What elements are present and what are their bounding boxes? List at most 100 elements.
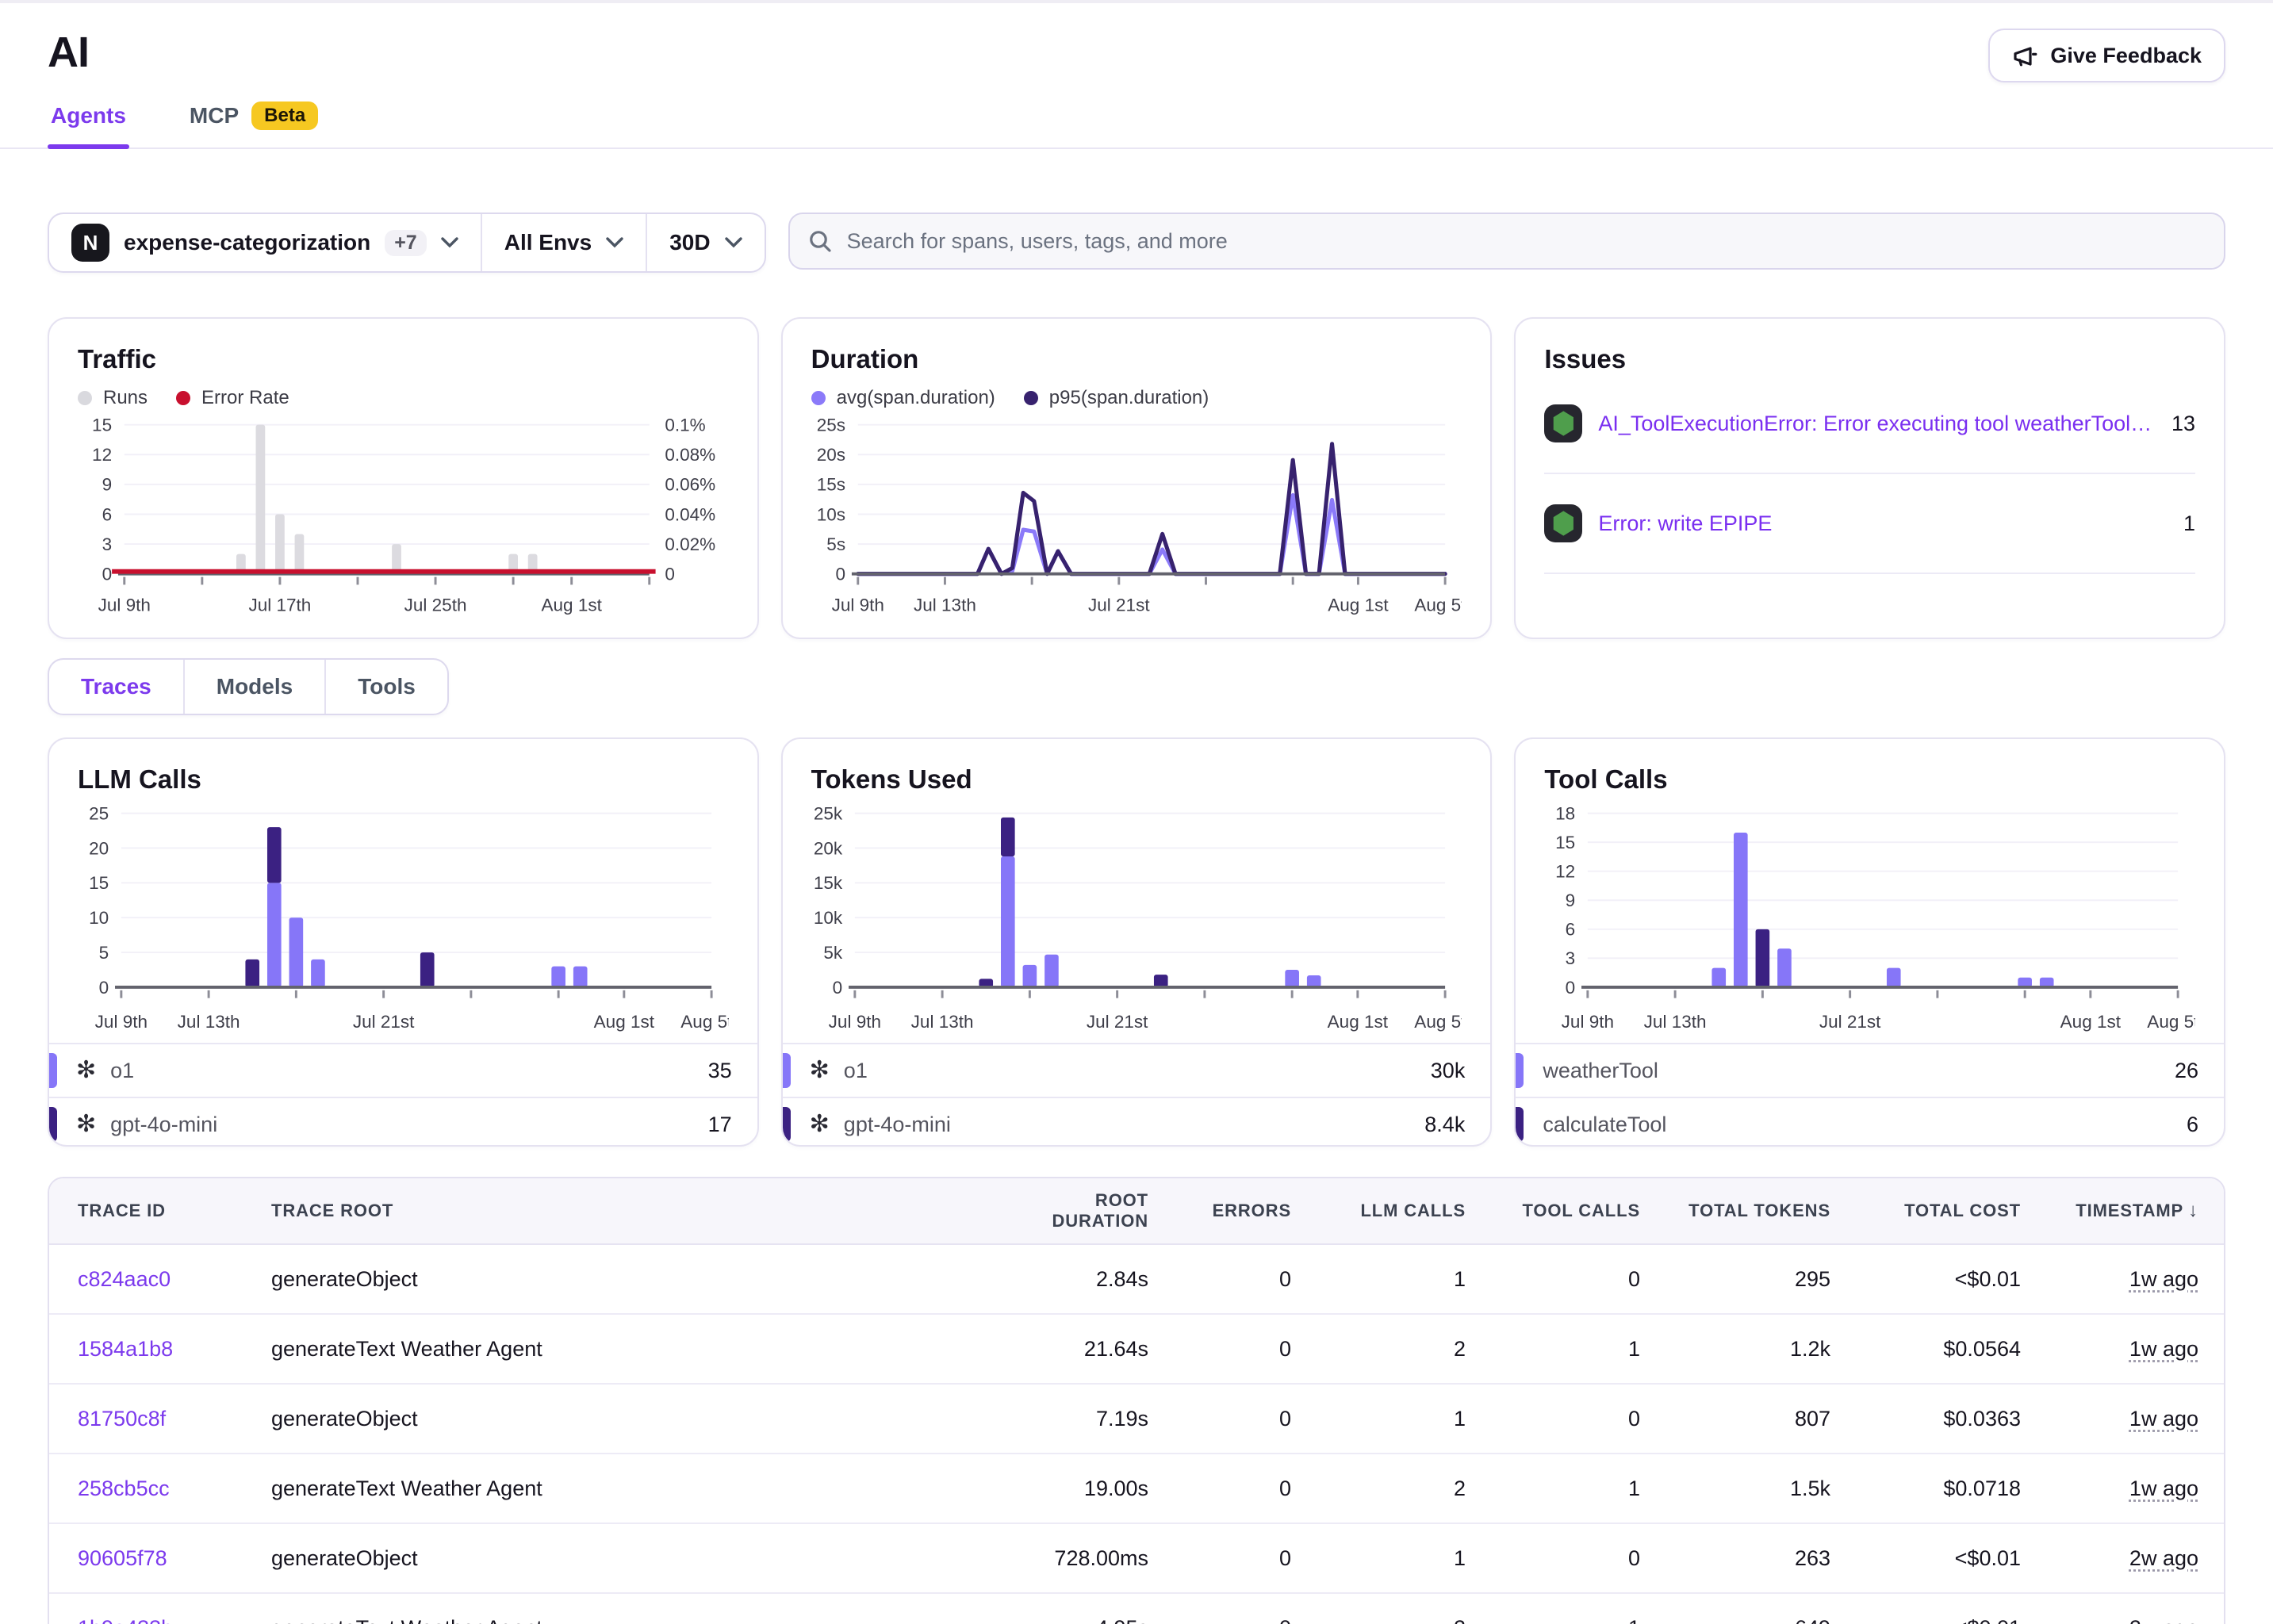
main-tabs: Agents MCP Beta xyxy=(0,98,2273,149)
duration-card: Duration avg(span.duration) p95(span.dur… xyxy=(781,317,1493,639)
tokens-used-legend: ✻o130k✻gpt-4o-mini8.4k xyxy=(783,1043,1491,1147)
chevron-down-icon xyxy=(441,237,458,248)
tokens-used-title: Tokens Used xyxy=(783,739,1491,795)
traffic-chart[interactable]: 150.1%120.08%90.06%60.04%30.02%00Jul 9th… xyxy=(78,412,729,623)
legend-row[interactable]: ✻o135 xyxy=(49,1043,757,1097)
chevron-down-icon xyxy=(725,237,742,248)
cell-tool-calls: 0 xyxy=(1481,1384,1656,1454)
issue-link[interactable]: Error: write EPIPE xyxy=(1598,511,2168,536)
llm-calls-card: LLM Calls 2520151050Jul 9thJul 13thJul 2… xyxy=(48,737,759,1147)
column-header-trace-id[interactable]: TRACE ID xyxy=(49,1178,255,1244)
legend-avg-label: avg(span.duration) xyxy=(837,387,995,409)
table-row: 258cb5ccgenerateText Weather Agent19.00s… xyxy=(49,1454,2224,1523)
page-title: AI xyxy=(48,29,89,76)
duration-title: Duration xyxy=(811,344,1462,374)
llm-calls-chart[interactable]: 2520151050Jul 9thJul 13thJul 21stAug 1st… xyxy=(49,798,757,1043)
series-name: gpt-4o-mini xyxy=(110,1113,217,1137)
tokens-used-chart[interactable]: 25k20k15k10k5k0Jul 9thJul 13thJul 21stAu… xyxy=(783,798,1491,1043)
cell-root-duration: 4.95s xyxy=(990,1593,1164,1624)
svg-text:5: 5 xyxy=(99,943,109,963)
series-color-tick xyxy=(49,1053,57,1088)
avg-duration-dot-icon xyxy=(811,391,826,405)
svg-text:Aug 1st: Aug 1st xyxy=(1327,1012,1388,1032)
legend-row[interactable]: ✻gpt-4o-mini17 xyxy=(49,1097,757,1147)
cell-timestamp: 1w ago xyxy=(2037,1454,2224,1523)
series-total: 17 xyxy=(708,1113,732,1137)
svg-text:Aug 1st: Aug 1st xyxy=(594,1012,655,1032)
trace-id-link[interactable]: c824aac0 xyxy=(78,1267,171,1291)
give-feedback-button[interactable]: Give Feedback xyxy=(1988,29,2225,82)
tab-mcp[interactable]: MCP Beta xyxy=(186,98,321,147)
svg-text:15: 15 xyxy=(1555,833,1575,852)
svg-text:Aug 5th: Aug 5th xyxy=(680,1012,728,1032)
svg-text:25: 25 xyxy=(89,803,109,823)
column-header-total-cost[interactable]: TOTAL COST xyxy=(1846,1178,2037,1244)
timestamp-value[interactable]: 1w ago xyxy=(2129,1267,2198,1291)
time-range-label: 30D xyxy=(669,230,710,255)
column-header-total-tokens[interactable]: TOTAL TOKENS xyxy=(1656,1178,1846,1244)
duration-chart[interactable]: 25s20s15s10s5s0Jul 9thJul 13thJul 21stAu… xyxy=(811,412,1462,623)
svg-text:18: 18 xyxy=(1555,803,1575,823)
trace-id-link[interactable]: 1584a1b8 xyxy=(78,1337,173,1361)
cell-total-cost: $0.0718 xyxy=(1846,1454,2037,1523)
cell-llm-calls: 2 xyxy=(1307,1593,1481,1624)
timestamp-value[interactable]: 1w ago xyxy=(2129,1477,2198,1500)
svg-text:0.02%: 0.02% xyxy=(665,534,715,554)
series-name: calculateTool xyxy=(1543,1113,1666,1137)
cell-total-tokens: 807 xyxy=(1656,1384,1846,1454)
table-header-row: TRACE IDTRACE ROOTROOT DURATIONERRORSLLM… xyxy=(49,1178,2224,1244)
openai-icon: ✻ xyxy=(76,1059,96,1082)
column-header-timestamp[interactable]: TIMESTAMP↓ xyxy=(2037,1178,2224,1244)
timestamp-value[interactable]: 2w ago xyxy=(2129,1616,2198,1624)
legend-avg-duration: avg(span.duration) xyxy=(811,387,995,409)
cell-trace-id: 81750c8f xyxy=(49,1384,255,1454)
trace-id-link[interactable]: 1b9a433b xyxy=(78,1616,173,1624)
column-header-errors[interactable]: ERRORS xyxy=(1164,1178,1307,1244)
search-input[interactable] xyxy=(788,213,2225,270)
env-label: All Envs xyxy=(504,230,592,255)
tab-agents[interactable]: Agents xyxy=(48,98,129,147)
cell-total-cost: $0.0564 xyxy=(1846,1314,2037,1384)
issue-link[interactable]: AI_ToolExecutionError: Error executing t… xyxy=(1598,412,2156,436)
legend-row[interactable]: calculateTool6 xyxy=(1516,1097,2224,1147)
tab-models[interactable]: Models xyxy=(183,660,324,714)
svg-text:0.1%: 0.1% xyxy=(665,416,705,435)
timestamp-value[interactable]: 1w ago xyxy=(2129,1337,2198,1361)
svg-text:Jul 13th: Jul 13th xyxy=(914,596,976,615)
give-feedback-label: Give Feedback xyxy=(2050,44,2202,68)
project-dropdown[interactable]: N expense-categorization +7 xyxy=(49,214,481,271)
timestamp-value[interactable]: 1w ago xyxy=(2129,1407,2198,1431)
svg-text:15s: 15s xyxy=(816,475,845,495)
cell-timestamp: 2w ago xyxy=(2037,1523,2224,1593)
trace-id-link[interactable]: 81750c8f xyxy=(78,1407,166,1431)
cell-trace-id: 90605f78 xyxy=(49,1523,255,1593)
cell-errors: 0 xyxy=(1164,1244,1307,1314)
legend-row[interactable]: weatherTool26 xyxy=(1516,1043,2224,1097)
trace-id-link[interactable]: 258cb5cc xyxy=(78,1477,170,1500)
error-rate-dot-icon xyxy=(176,391,190,405)
svg-text:5s: 5s xyxy=(826,534,845,554)
legend-error-rate: Error Rate xyxy=(176,387,289,409)
traffic-title: Traffic xyxy=(78,344,729,374)
svg-text:Jul 21st: Jul 21st xyxy=(1088,596,1150,615)
tab-tools[interactable]: Tools xyxy=(324,660,447,714)
trace-view-tabs: Traces Models Tools xyxy=(48,658,449,715)
svg-text:0: 0 xyxy=(99,978,109,998)
legend-row[interactable]: ✻o130k xyxy=(783,1043,1491,1097)
time-range-dropdown[interactable]: 30D xyxy=(646,214,764,271)
cell-total-tokens: 263 xyxy=(1656,1523,1846,1593)
trace-id-link[interactable]: 90605f78 xyxy=(78,1546,167,1570)
column-header-trace-root[interactable]: TRACE ROOT xyxy=(255,1178,990,1244)
cell-total-cost: <$0.01 xyxy=(1846,1593,2037,1624)
column-header-tool-calls[interactable]: TOOL CALLS xyxy=(1481,1178,1656,1244)
traffic-card: Traffic Runs Error Rate 150.1%120.08%90.… xyxy=(48,317,759,639)
column-header-llm-calls[interactable]: LLM CALLS xyxy=(1307,1178,1481,1244)
tool-calls-chart[interactable]: 1815129630Jul 9thJul 13thJul 21stAug 1st… xyxy=(1516,798,2224,1043)
column-header-root-duration[interactable]: ROOT DURATION xyxy=(990,1178,1164,1244)
legend-row[interactable]: ✻gpt-4o-mini8.4k xyxy=(783,1097,1491,1147)
tab-traces[interactable]: Traces xyxy=(49,660,183,714)
svg-text:15k: 15k xyxy=(814,873,843,893)
timestamp-value[interactable]: 2w ago xyxy=(2129,1546,2198,1570)
env-dropdown[interactable]: All Envs xyxy=(481,214,646,271)
series-name: o1 xyxy=(110,1059,134,1083)
